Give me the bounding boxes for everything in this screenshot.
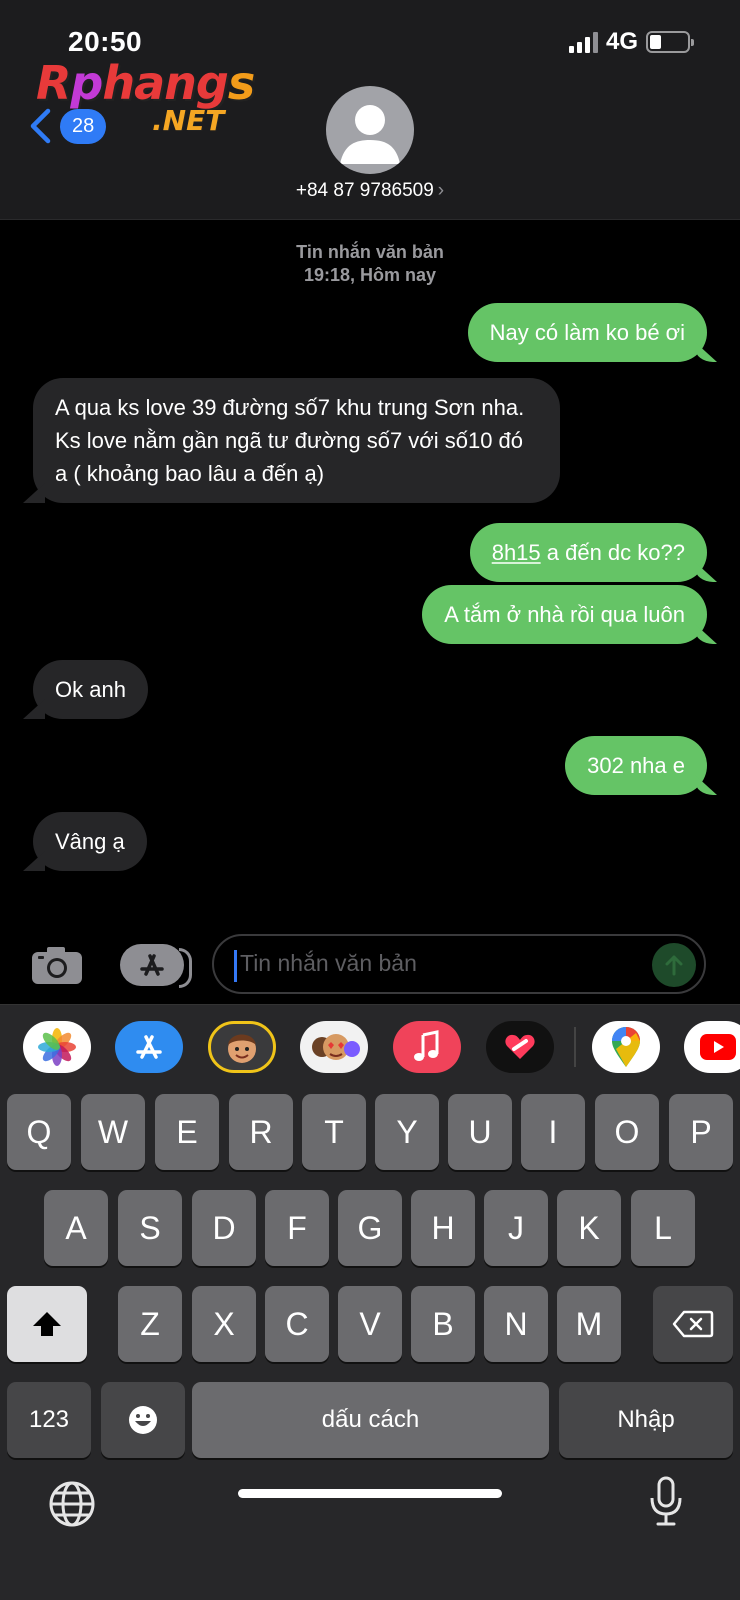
text-caret [234,950,237,982]
photos-app-icon[interactable] [23,1021,91,1073]
key-a[interactable]: A [44,1190,108,1266]
imessage-app-drawer [0,1004,740,1090]
google-maps-icon [612,1027,640,1067]
key-z[interactable]: Z [118,1286,182,1362]
animoji-stickers-icon [312,1034,360,1060]
globe-icon[interactable] [48,1480,96,1533]
message-thread[interactable]: Tin nhắn văn bản 19:18, Hôm nay Nay có l… [0,221,740,911]
youtube-icon [700,1034,736,1060]
message-bubble-outgoing[interactable]: Nay có làm ko bé ơi [467,303,707,362]
memoji-app-icon[interactable] [208,1021,276,1073]
shift-key[interactable] [7,1286,87,1362]
network-type: 4G [605,28,638,55]
message-input[interactable]: Tin nhắn văn bản [212,934,706,994]
message-bubble-outgoing[interactable]: A tắm ở nhà rồi qua luôn [422,585,707,644]
chevron-left-icon [30,108,51,144]
home-indicator[interactable] [238,1489,502,1498]
digital-touch-app-icon[interactable] [486,1021,554,1073]
key-e[interactable]: E [155,1094,219,1170]
key-b[interactable]: B [411,1286,475,1362]
key-o[interactable]: O [595,1094,659,1170]
music-note-icon [414,1030,439,1061]
conversation-header: 20:50 4G Rphangs .NET 28 +84 87 9786509 › [0,0,740,220]
google-maps-app-icon[interactable] [592,1021,660,1073]
key-f[interactable]: F [265,1190,329,1266]
key-p[interactable]: P [669,1094,733,1170]
message-bubble-incoming[interactable]: A qua ks love 39 đường số7 khu trung Sơn… [33,378,560,503]
emoji-face-icon [129,1406,157,1434]
message-input-placeholder: Tin nhắn văn bản [240,950,417,976]
chevron-right-icon: › [437,180,445,201]
detected-time-link[interactable]: 8h15 [492,540,541,565]
key-m[interactable]: M [557,1286,621,1362]
contact-avatar[interactable] [326,86,414,174]
message-bubble-incoming[interactable]: Vâng ạ [33,812,147,871]
battery-icon [646,31,694,53]
cellular-signal-icon [568,31,598,53]
shift-arrow-icon [33,1312,61,1336]
camera-button[interactable] [30,944,84,986]
backspace-icon [672,1310,714,1338]
key-s[interactable]: S [118,1190,182,1266]
key-y[interactable]: Y [375,1094,439,1170]
arrow-up-icon [665,955,683,976]
numbers-key[interactable]: 123 [7,1382,91,1458]
key-c[interactable]: C [265,1286,329,1362]
key-t[interactable]: T [302,1094,366,1170]
send-button[interactable] [652,943,696,987]
emoji-key[interactable] [101,1382,185,1458]
thread-timestamp: Tin nhắn văn bản 19:18, Hôm nay [296,242,444,285]
key-d[interactable]: D [192,1190,256,1266]
key-r[interactable]: R [229,1094,293,1170]
keyboard: Q W E R T Y U I O P A S D F G H J K L Z … [0,1090,740,1600]
app-store-icon [136,1035,162,1059]
back-button[interactable]: 28 [28,108,107,144]
unread-count-badge: 28 [60,108,107,144]
person-icon [340,105,400,164]
memoji-icon [228,1034,256,1063]
camera-icon [32,947,82,984]
key-x[interactable]: X [192,1286,256,1362]
key-v[interactable]: V [338,1286,402,1362]
dictation-mic-icon[interactable] [648,1476,684,1533]
key-i[interactable]: I [521,1094,585,1170]
music-app-icon[interactable] [393,1021,461,1073]
photos-icon [38,1028,76,1066]
key-g[interactable]: G [338,1190,402,1266]
app-store-icon [140,954,164,976]
status-time: 20:50 [68,26,143,57]
youtube-app-icon[interactable] [684,1021,740,1073]
app-strip-divider [574,1027,576,1067]
key-j[interactable]: J [484,1190,548,1266]
key-q[interactable]: Q [7,1094,71,1170]
app-store-button[interactable] [120,944,192,988]
key-h[interactable]: H [411,1190,475,1266]
status-indicators: 4G [568,28,694,56]
return-key[interactable]: Nhập [559,1382,733,1458]
delete-key[interactable] [653,1286,733,1362]
space-bar[interactable]: dấu cách [192,1382,549,1458]
message-composer: Tin nhắn văn bản [0,924,740,1002]
message-bubble-outgoing[interactable]: 302 nha e [565,736,707,795]
app-store-app-icon[interactable] [115,1021,183,1073]
digital-touch-icon [505,1034,535,1059]
key-u[interactable]: U [448,1094,512,1170]
key-w[interactable]: W [81,1094,145,1170]
key-l[interactable]: L [631,1190,695,1266]
message-bubble-outgoing[interactable]: 8h15 a đến dc ko?? [469,523,707,582]
message-bubble-incoming[interactable]: Ok anh [33,660,148,719]
contact-number[interactable]: +84 87 9786509 › [0,180,740,202]
stickers-app-icon[interactable] [300,1021,368,1073]
key-k[interactable]: K [557,1190,621,1266]
key-n[interactable]: N [484,1286,548,1362]
